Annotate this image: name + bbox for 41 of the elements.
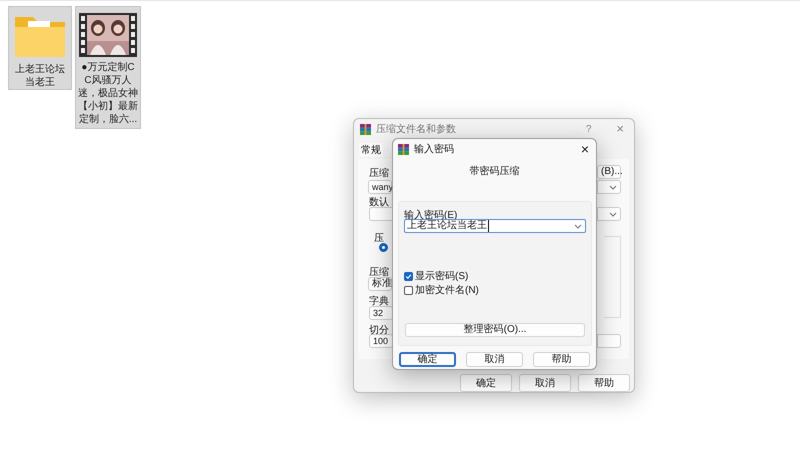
- checkbox[interactable]: [404, 272, 413, 281]
- group-label: 压: [374, 232, 384, 246]
- field-label: 输入密码(E): [404, 208, 458, 221]
- desktop-icon[interactable]: ●万元定制CC风骚万人迷，极品女神【小初】最新定制，脸六...: [75, 6, 141, 129]
- dialog-button[interactable]: 确定: [460, 374, 512, 392]
- dialog-button[interactable]: 帮助: [578, 374, 630, 392]
- password-field[interactable]: 上老王论坛当老王: [404, 219, 586, 233]
- chevron-icon: [609, 184, 617, 190]
- dropdown-field[interactable]: [597, 180, 621, 194]
- dropdown-field[interactable]: [597, 207, 621, 221]
- archive-name-field[interactable]: wany: [368, 180, 392, 194]
- tab[interactable]: 常规: [359, 143, 383, 157]
- profile-field[interactable]: [369, 207, 393, 221]
- window-title: 压缩文件名和参数: [376, 122, 456, 136]
- dialog-button[interactable]: 取消: [519, 374, 571, 392]
- archive-app-icon: [398, 144, 409, 154]
- checkbox-label: 显示密码(S): [415, 270, 468, 284]
- checkbox-label: 加密文件名(N): [415, 284, 479, 298]
- checkbox[interactable]: [404, 286, 413, 295]
- desktop-icon[interactable]: 上老王论坛当老王: [8, 6, 72, 90]
- dialog-button[interactable]: 确定: [399, 352, 456, 367]
- window-title: 输入密码: [414, 142, 454, 156]
- close-button[interactable]: ×: [580, 142, 589, 156]
- split-field[interactable]: 100: [369, 334, 393, 348]
- field-label: 数认: [369, 196, 389, 210]
- archive-app-icon: [360, 124, 371, 134]
- dictionary-field[interactable]: 32: [369, 306, 393, 320]
- dialog-button[interactable]: 帮助: [533, 352, 590, 367]
- dialog-button[interactable]: 取消: [466, 352, 523, 367]
- method-field[interactable]: 标准: [368, 277, 392, 291]
- field-label: 字典: [369, 294, 389, 309]
- split-unit-field[interactable]: [597, 334, 621, 348]
- dialog-heading: 带密码压缩: [468, 164, 520, 179]
- field-label: 压缩: [369, 166, 389, 181]
- icon-label: 上老王论坛当老王: [14, 63, 66, 89]
- browse-button[interactable]: (B)...: [597, 165, 621, 179]
- icon-label: ●万元定制CC风骚万人迷，极品女神【小初】最新定制，脸六...: [78, 61, 138, 126]
- field-label: 压缩: [369, 266, 389, 278]
- chevron-icon: [609, 212, 617, 216]
- organize-passwords-button[interactable]: 整理密码(O)...: [405, 323, 585, 337]
- chevron-icon: [574, 224, 582, 228]
